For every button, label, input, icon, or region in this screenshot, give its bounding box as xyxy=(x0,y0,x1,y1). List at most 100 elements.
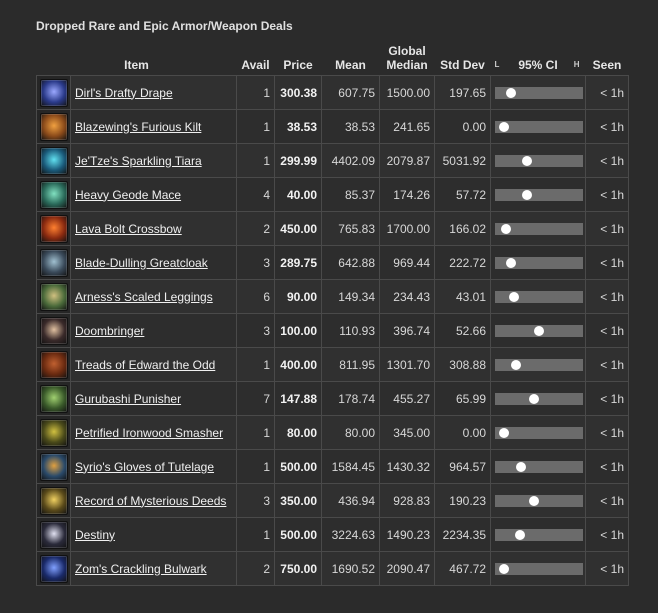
item-link[interactable]: Dirl's Drafty Drape xyxy=(75,86,173,100)
item-link[interactable]: Gurubashi Punisher xyxy=(75,392,181,406)
table-row[interactable]: Heavy Geode Mace 4 40.00 85.37 174.26 57… xyxy=(36,177,629,212)
gloves-icon[interactable] xyxy=(39,452,68,481)
price-cell: 400.00 xyxy=(274,347,322,382)
col-header-std-dev[interactable]: Std Dev xyxy=(435,40,491,76)
col-header-mean[interactable]: Mean xyxy=(322,40,380,76)
item-icon-cell xyxy=(36,347,71,382)
greatcloak-icon[interactable] xyxy=(39,248,68,277)
price-cell: 100.00 xyxy=(274,313,322,348)
table-row[interactable]: Blade-Dulling Greatcloak 3 289.75 642.88… xyxy=(36,245,629,280)
avail-cell: 2 xyxy=(236,211,275,246)
mean-cell: 765.83 xyxy=(321,211,380,246)
col-header-price[interactable]: Price xyxy=(275,40,322,76)
global-median-cell: 1500.00 xyxy=(379,75,435,110)
ci-cell xyxy=(490,75,586,110)
price-cell: 500.00 xyxy=(274,517,322,552)
item-cell: Petrified Ironwood Smasher xyxy=(70,415,237,450)
table-row[interactable]: Syrio's Gloves of Tutelage 1 500.00 1584… xyxy=(36,449,629,484)
table-row[interactable]: Treads of Edward the Odd 1 400.00 811.95… xyxy=(36,347,629,382)
global-median-cell: 1700.00 xyxy=(379,211,435,246)
table-row[interactable]: Petrified Ironwood Smasher 1 80.00 80.00… xyxy=(36,415,629,450)
leggings-icon[interactable] xyxy=(39,282,68,311)
table-row[interactable]: Gurubashi Punisher 7 147.88 178.74 455.2… xyxy=(36,381,629,416)
col-header-avail[interactable]: Avail xyxy=(237,40,275,76)
shield-icon[interactable] xyxy=(39,554,68,583)
ci-cell xyxy=(490,143,586,178)
item-icon-cell xyxy=(36,517,71,552)
ci-cell xyxy=(490,279,586,314)
col-header-seen[interactable]: Seen xyxy=(586,40,629,76)
item-link[interactable]: Syrio's Gloves of Tutelage xyxy=(75,460,214,474)
item-icon-cell xyxy=(36,109,71,144)
ci-bar xyxy=(495,290,583,303)
boots-icon[interactable] xyxy=(39,350,68,379)
global-median-cell: 455.27 xyxy=(379,381,435,416)
item-link[interactable]: Heavy Geode Mace xyxy=(75,188,181,202)
item-cell: Syrio's Gloves of Tutelage xyxy=(70,449,237,484)
item-icon-cell xyxy=(36,381,71,416)
item-link[interactable]: Lava Bolt Crossbow xyxy=(75,222,182,236)
price-cell: 80.00 xyxy=(274,415,322,450)
global-median-line1: Global xyxy=(388,44,426,58)
mean-cell: 436.94 xyxy=(321,483,380,518)
ci-marker xyxy=(505,257,516,268)
table-row[interactable]: Je'Tze's Sparkling Tiara 1 299.99 4402.0… xyxy=(36,143,629,178)
cloak-icon[interactable] xyxy=(39,78,68,107)
mean-cell: 110.93 xyxy=(321,313,380,348)
table-row[interactable]: Destiny 1 500.00 3224.63 1490.23 2234.35… xyxy=(36,517,629,552)
price-cell: 38.53 xyxy=(274,109,322,144)
item-link[interactable]: Record of Mysterious Deeds xyxy=(75,494,226,508)
punisher-icon[interactable] xyxy=(39,384,68,413)
ci-marker xyxy=(528,495,539,506)
greatsword-icon[interactable] xyxy=(39,520,68,549)
ci-marker xyxy=(509,291,520,302)
ci-cell xyxy=(490,109,586,144)
table-row[interactable]: Record of Mysterious Deeds 3 350.00 436.… xyxy=(36,483,629,518)
global-median-cell: 174.26 xyxy=(379,177,435,212)
item-link[interactable]: Arness's Scaled Leggings xyxy=(75,290,213,304)
ci-bar xyxy=(495,256,583,269)
mean-cell: 149.34 xyxy=(321,279,380,314)
item-link[interactable]: Zom's Crackling Bulwark xyxy=(75,562,207,576)
table-row[interactable]: Lava Bolt Crossbow 2 450.00 765.83 1700.… xyxy=(36,211,629,246)
table-row[interactable]: Zom's Crackling Bulwark 2 750.00 1690.52… xyxy=(36,551,629,586)
ci-bar xyxy=(495,154,583,167)
item-link[interactable]: Doombringer xyxy=(75,324,144,338)
ci-cell xyxy=(490,449,586,484)
table-row[interactable]: Arness's Scaled Leggings 6 90.00 149.34 … xyxy=(36,279,629,314)
hammer-icon[interactable] xyxy=(39,418,68,447)
col-header-global-median[interactable]: Global Median xyxy=(380,40,435,76)
scroll-icon[interactable] xyxy=(39,486,68,515)
tiara-icon[interactable] xyxy=(39,146,68,175)
mace-icon[interactable] xyxy=(39,180,68,209)
table-row[interactable]: Doombringer 3 100.00 110.93 396.74 52.66… xyxy=(36,313,629,348)
global-median-cell: 928.83 xyxy=(379,483,435,518)
avail-cell: 3 xyxy=(236,313,275,348)
ci-marker xyxy=(498,121,509,132)
seen-cell: < 1h xyxy=(585,75,629,110)
col-header-item[interactable]: Item xyxy=(37,40,237,76)
avail-cell: 1 xyxy=(236,109,275,144)
ci-bar xyxy=(495,222,583,235)
avail-cell: 1 xyxy=(236,517,275,552)
ci-marker xyxy=(534,325,544,336)
global-median-cell: 241.65 xyxy=(379,109,435,144)
item-icon-cell xyxy=(36,449,71,484)
item-link[interactable]: Destiny xyxy=(75,528,115,542)
mean-cell: 1690.52 xyxy=(321,551,380,586)
item-link[interactable]: Blazewing's Furious Kilt xyxy=(75,120,201,134)
item-link[interactable]: Je'Tze's Sparkling Tiara xyxy=(75,154,202,168)
item-cell: Destiny xyxy=(70,517,237,552)
table-row[interactable]: Dirl's Drafty Drape 1 300.38 607.75 1500… xyxy=(36,75,629,110)
seen-cell: < 1h xyxy=(585,177,629,212)
crossbow-icon[interactable] xyxy=(39,214,68,243)
kilt-icon[interactable] xyxy=(39,112,68,141)
item-link[interactable]: Petrified Ironwood Smasher xyxy=(75,426,223,440)
col-header-ci[interactable]: L 95% CI H xyxy=(491,40,586,76)
mean-cell: 642.88 xyxy=(321,245,380,280)
table-row[interactable]: Blazewing's Furious Kilt 1 38.53 38.53 2… xyxy=(36,109,629,144)
item-link[interactable]: Blade-Dulling Greatcloak xyxy=(75,256,208,270)
sword-icon[interactable] xyxy=(39,316,68,345)
item-link[interactable]: Treads of Edward the Odd xyxy=(75,358,215,372)
ci-bar xyxy=(495,86,583,99)
